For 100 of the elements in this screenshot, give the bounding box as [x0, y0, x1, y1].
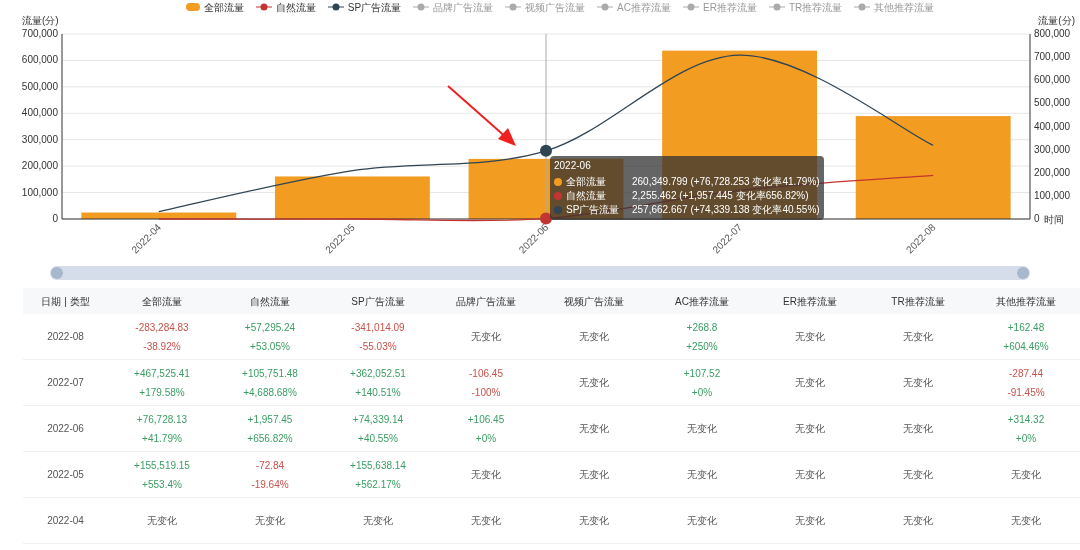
column-header: 视频广告流量: [563, 294, 625, 309]
table-cell-text: 无变化: [903, 468, 933, 482]
table-cell-text: 无变化: [579, 422, 609, 436]
table-cell-text: 无变化: [687, 422, 717, 436]
table-cell-text: 无变化: [903, 376, 933, 390]
arrow-annotation: [447, 85, 516, 146]
legend-item[interactable]: AC推荐流量: [597, 0, 671, 15]
table-cell-text: 无变化: [471, 330, 501, 344]
change-percent: +553.4%: [142, 477, 182, 492]
legend-line-icon: [768, 3, 785, 11]
table-cell-text: 无变化: [147, 514, 177, 528]
legend-item[interactable]: ER推荐流量: [683, 0, 757, 15]
axis-tick-label: 600,000: [1034, 74, 1071, 86]
column-header: SP广告流量: [350, 294, 406, 309]
column-header: 全部流量: [141, 294, 183, 309]
column-header: TR推荐流量: [890, 294, 946, 309]
legend-item[interactable]: 全部流量: [185, 0, 244, 15]
table-cell-text: 无变化: [903, 422, 933, 436]
axis-title: 时间: [1044, 214, 1064, 225]
table-cell-text: 无变化: [795, 330, 825, 344]
change-value: +105,751.48: [242, 366, 298, 381]
change-percent: +179.58%: [139, 385, 185, 400]
axis-tick-label: 200,000: [21, 160, 58, 172]
change-percent: -38.92%: [143, 339, 181, 354]
legend-item[interactable]: TR推荐流量: [768, 0, 843, 15]
legend-line-icon: [597, 3, 614, 11]
change-percent: +0%: [475, 431, 497, 446]
date-cell-text: 2022-06: [47, 422, 84, 436]
change-percent: +604.46%: [1003, 339, 1049, 354]
range-slider-fill[interactable]: [50, 266, 1030, 280]
axis-tick-label: 100,000: [1034, 189, 1071, 201]
slider-handle-icon[interactable]: [51, 267, 63, 279]
legend-item[interactable]: 品牌广告流量: [413, 0, 494, 15]
axis-tick-label: 100,000: [21, 186, 58, 198]
series-value: 2,255.462 (+1,957.445 变化率656.82%): [632, 189, 809, 203]
axis-tick-label: 700,000: [21, 28, 58, 39]
axis-tick-label: 400,000: [1034, 120, 1071, 132]
date-cell-text: 2022-05: [47, 468, 84, 482]
change-percent: +40.55%: [358, 431, 398, 446]
legend-line-icon: [854, 3, 871, 11]
column-header: 日期 | 类型: [40, 294, 91, 309]
change-value: +314.32: [1007, 412, 1045, 427]
series-name: SP广告流量: [566, 203, 621, 217]
change-percent: +53.05%: [250, 339, 290, 354]
axis-title: 流量(分): [22, 15, 59, 26]
change-percent: +562.17%: [355, 477, 401, 492]
table-cell-text: 无变化: [579, 330, 609, 344]
table-cell-text: 无变化: [579, 514, 609, 528]
axis-tick-label: 0: [52, 213, 58, 224]
series-value: 260,349.799 (+76,728.253 变化率41.79%): [632, 175, 820, 189]
change-value: +155,638.14: [350, 458, 406, 473]
table-cell-text: 无变化: [903, 330, 933, 344]
change-value: +162.48: [1007, 320, 1045, 335]
change-value: -283,284.83: [135, 320, 189, 335]
axis-title: 流量(分): [1038, 15, 1075, 26]
axis-tick-label: 0: [1034, 213, 1040, 224]
table-cell-text: 无变化: [471, 468, 501, 482]
change-value: -341,014.09: [351, 320, 405, 335]
axis-tick-label: 300,000: [1034, 143, 1071, 155]
column-header: 其他推荐流量: [995, 294, 1057, 309]
change-percent: +4,688.68%: [243, 385, 297, 400]
legend-item[interactable]: 其他推荐流量: [854, 0, 935, 15]
change-percent: +0%: [1015, 431, 1037, 446]
legend-item[interactable]: 自然流量: [255, 0, 316, 15]
change-value: +362,052.51: [350, 366, 406, 381]
table-cell-text: 无变化: [687, 468, 717, 482]
table-cell-text: 无变化: [795, 468, 825, 482]
series-name: 全部流量: [566, 175, 607, 189]
axis-tick-label: 300,000: [21, 133, 58, 145]
column-header: 自然流量: [249, 294, 291, 309]
table-cell-text: 无变化: [579, 376, 609, 390]
change-value: +76,728.13: [136, 412, 188, 427]
table-cell-text: 无变化: [255, 514, 285, 528]
change-value: +268.8: [686, 320, 718, 335]
date-cell-text: 2022-04: [47, 514, 84, 528]
column-header: 品牌广告流量: [455, 294, 517, 309]
change-value: -72.84: [255, 458, 285, 473]
legend-line-icon: [327, 3, 344, 11]
change-percent: -19.64%: [251, 477, 289, 492]
series-value: 257,662.667 (+74,339.138 变化率40.55%): [632, 203, 820, 217]
tooltip-title: 2022-06: [554, 159, 592, 173]
axis-tick-label: 500,000: [21, 80, 58, 92]
change-percent: -55.03%: [359, 339, 397, 354]
change-value: +107.52: [683, 366, 721, 381]
date-cell-text: 2022-08: [47, 330, 84, 344]
axis-tick-label: 800,000: [1034, 28, 1071, 39]
change-percent: +250%: [686, 339, 718, 354]
table-cell-text: 无变化: [795, 376, 825, 390]
slider-handle-icon[interactable]: [1017, 267, 1029, 279]
change-percent: +0%: [691, 385, 713, 400]
legend-item[interactable]: 视频广告流量: [505, 0, 586, 15]
change-percent: +41.79%: [142, 431, 182, 446]
legend-line-icon: [505, 3, 522, 11]
axis-tick-label: 400,000: [21, 107, 58, 119]
table-cell-text: 无变化: [795, 422, 825, 436]
column-header: ER推荐流量: [782, 294, 838, 309]
change-value: +57,295.24: [244, 320, 296, 335]
legend-item[interactable]: SP广告流量: [327, 0, 402, 15]
change-value: +467,525.41: [134, 366, 190, 381]
series-name: 自然流量: [566, 189, 607, 203]
